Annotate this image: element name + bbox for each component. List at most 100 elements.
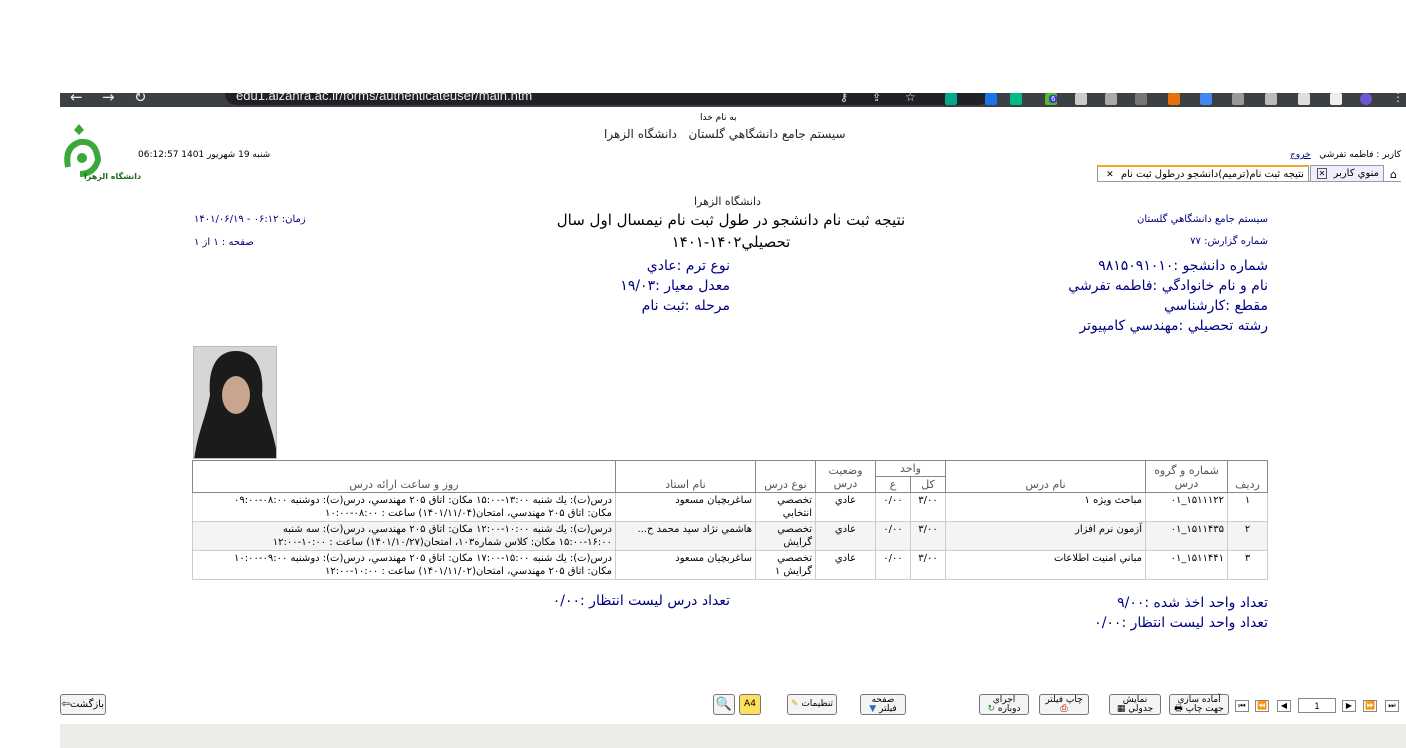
extension-badge: 6: [1049, 95, 1058, 103]
url-text[interactable]: edu1.alzahra.ac.ir/forms/authenticateuse…: [236, 93, 532, 103]
stage: مرحله :ثبت نام: [641, 298, 730, 314]
next-block-icon[interactable]: ⏩: [1363, 700, 1377, 712]
extension-icon[interactable]: [1075, 93, 1087, 105]
table-view-button[interactable]: نمايش جدولي ▦: [1109, 694, 1161, 715]
print-filter-button[interactable]: چاپ فيلتر ⎙: [1039, 694, 1089, 715]
col-teacher: نام استاد: [615, 460, 756, 493]
rerun-button[interactable]: اجراي دوباره ↻: [979, 694, 1029, 715]
tab-user-menu[interactable]: منوي كاربر ✕: [1310, 165, 1384, 182]
sidepanel-icon[interactable]: [1330, 93, 1342, 105]
schedule-cell: درس(ت): يك شنبه ۱۵:۰۰-۱۷:۰۰ مكان: اتاق ۲…: [192, 550, 616, 580]
prev-page-icon[interactable]: ◀: [1277, 700, 1291, 712]
system-title-line: سيستم جامع دانشگاهي گلستان دانشگاه الزهر…: [604, 127, 846, 141]
exit-icon: ⇦: [61, 699, 70, 710]
degree-level: مقطع :كارشناسي: [1164, 298, 1268, 314]
student-photo: [193, 346, 277, 459]
col-course-name: نام درس: [945, 460, 1146, 493]
extension-icon[interactable]: [1105, 93, 1117, 105]
col-units: واحد: [875, 460, 946, 477]
print-preview-icon: 🖶: [1174, 704, 1183, 714]
extension-icon[interactable]: 6: [1045, 93, 1058, 105]
forward-arrow-icon[interactable]: →: [102, 93, 115, 106]
page-filter-button[interactable]: صفحه فيلتر ▼: [860, 694, 906, 715]
last-page-icon[interactable]: ⏭: [1385, 700, 1399, 712]
table-row: ۳ ۱۵۱۱۴۴۱_۰۱ مباني امنيت اطلاعات ۳/۰۰ ۰/…: [192, 550, 1268, 580]
student-number: شماره دانشجو :۹۸۱۵۰۹۱۰۱۰: [1098, 258, 1268, 274]
units-summary: تعداد واحد اخذ شده :۹/۰۰ تعداد واحد ليست…: [1020, 593, 1268, 633]
extension-icon[interactable]: [1200, 93, 1212, 105]
prev-block-icon[interactable]: ⏪: [1255, 700, 1269, 712]
extension-icon[interactable]: [1135, 93, 1147, 105]
report-page: صفحه : ۱ از ۱: [194, 237, 254, 248]
settings-button[interactable]: تنظيمات ✎: [787, 694, 837, 715]
home-chevron-icon[interactable]: ⌂: [1390, 168, 1397, 181]
university-logo: دانشگاه الزهرا: [60, 122, 141, 184]
paper-size-button[interactable]: A4: [739, 694, 761, 715]
col-schedule: روز و ساعت ارائه درس: [192, 460, 616, 493]
extension-icon[interactable]: [945, 93, 957, 105]
reload-icon[interactable]: ↻: [134, 93, 147, 106]
extension-icon[interactable]: [1265, 93, 1277, 105]
next-page-icon[interactable]: ▶: [1342, 700, 1356, 712]
extension-icon[interactable]: [1010, 93, 1022, 105]
logo-text: دانشگاه الزهرا: [84, 172, 142, 181]
report-title-1: نتيجه ثبت نام دانشجو در طول ثبت نام نيمس…: [556, 211, 906, 229]
report-time: زمان: ۰۶:۱۲ - ۱۴۰۱/۰۶/۱۹: [194, 214, 306, 225]
student-info: شماره دانشجو :۹۸۱۵۰۹۱۰۱۰ نام و نام خانوا…: [1020, 256, 1268, 336]
col-type: نوع درس: [755, 460, 816, 493]
grid-icon: ▦: [1116, 704, 1126, 714]
filter-icon: ▼: [869, 704, 877, 714]
term-info: نوع ترم :عادي معدل معيار :۱۹/۰۳ مرحله :ث…: [570, 256, 730, 316]
col-units-practical: ع: [875, 476, 911, 493]
back-button[interactable]: بازگشت⇦: [60, 694, 106, 715]
major: رشته تحصيلي :مهندسي كامپيوتر: [1079, 318, 1268, 334]
profile-avatar[interactable]: [1360, 93, 1372, 105]
back-arrow-icon[interactable]: ←: [70, 93, 83, 106]
gpa: معدل معيار :۱۹/۰۳: [620, 278, 730, 294]
table-row: ۲ ۱۵۱۱۴۳۵_۰۱ آزمون نرم افزار ۳/۰۰ ۰/۰۰ ع…: [192, 521, 1268, 551]
extension-icon[interactable]: [985, 93, 997, 105]
tab-registration-result[interactable]: نتيجه ثبت نام(ترميم)دانشجو درطول ثبت نام…: [1097, 165, 1309, 182]
logout-link[interactable]: خروج: [1290, 150, 1311, 160]
share-icon[interactable]: ⇪: [872, 93, 881, 104]
extension-icon[interactable]: [1168, 93, 1180, 105]
waitlist-courses: تعداد درس ليست انتظار :۰/۰۰: [552, 593, 730, 609]
datetime: 06:12:57 شنبه 19 شهريور 1401: [138, 150, 271, 160]
menu-kebab-icon[interactable]: ⋮: [1392, 93, 1404, 104]
report-system: سيستم جامع دانشگاهي گلستان: [1137, 214, 1268, 225]
first-page-icon[interactable]: ⏮: [1235, 700, 1249, 712]
units-taken: تعداد واحد اخذ شده :۹/۰۰: [1117, 595, 1268, 611]
col-status: وضعيت درس: [815, 460, 876, 493]
courses-table: رديف شماره و گروه درس نام درس واحد وضعيت…: [192, 460, 1268, 580]
magnifier-icon: 🔍: [715, 697, 733, 712]
footer-bar: [60, 724, 1406, 748]
settings-icon: ✎: [790, 699, 799, 709]
student-name: نام و نام خانوادگي :فاطمه تفرشي: [1068, 278, 1268, 294]
system-title: سيستم جامع دانشگاهي گلستان: [688, 127, 846, 141]
print-prepare-button[interactable]: آماده سازي جهت چاپ 🖶: [1169, 694, 1229, 715]
col-row: رديف: [1227, 460, 1268, 493]
close-icon[interactable]: ✕: [1106, 170, 1114, 180]
col-units-total: كل: [910, 476, 946, 493]
key-icon[interactable]: ⚷: [840, 93, 848, 104]
print-filter-icon: ⎙: [1060, 704, 1068, 714]
schedule-cell: درس(ت): يك شنبه ۱۳:۰۰-۱۵:۰۰ مكان: اتاق ۲…: [192, 492, 616, 522]
browser-toolbar: ← → ↻ edu1.alzahra.ac.ir/forms/authentic…: [60, 93, 1406, 107]
tab-divider: [1097, 181, 1401, 182]
waitlist-units: تعداد واحد ليست انتظار :۰/۰۰: [1094, 615, 1268, 631]
university-name: دانشگاه الزهرا: [604, 127, 678, 141]
puzzle-extensions-icon[interactable]: [1298, 93, 1310, 105]
user-bar: كاربر : فاطمه تفرشي خروج: [1290, 150, 1401, 160]
report-university: دانشگاه الزهرا: [694, 195, 761, 208]
close-icon[interactable]: ✕: [1316, 168, 1328, 179]
page-number-input[interactable]: [1298, 698, 1336, 713]
extension-icon[interactable]: [1232, 93, 1244, 105]
bismillah: به نام خدا: [700, 113, 737, 123]
report-number: شماره گزارش: ۷۷: [1190, 236, 1268, 247]
bookmark-star-icon[interactable]: ☆: [905, 93, 916, 104]
report-title-2: تحصيلي۱۴۰۲-۱۴۰۱: [671, 233, 791, 251]
table-row: ۱ ۱۵۱۱۱۲۲_۰۱ مباحث ويژه ۱ ۳/۰۰ ۰/۰۰ عادي…: [192, 492, 1268, 522]
col-course-id: شماره و گروه درس: [1145, 460, 1228, 493]
search-button[interactable]: 🔍: [713, 694, 735, 715]
refresh-icon: ↻: [987, 704, 995, 714]
